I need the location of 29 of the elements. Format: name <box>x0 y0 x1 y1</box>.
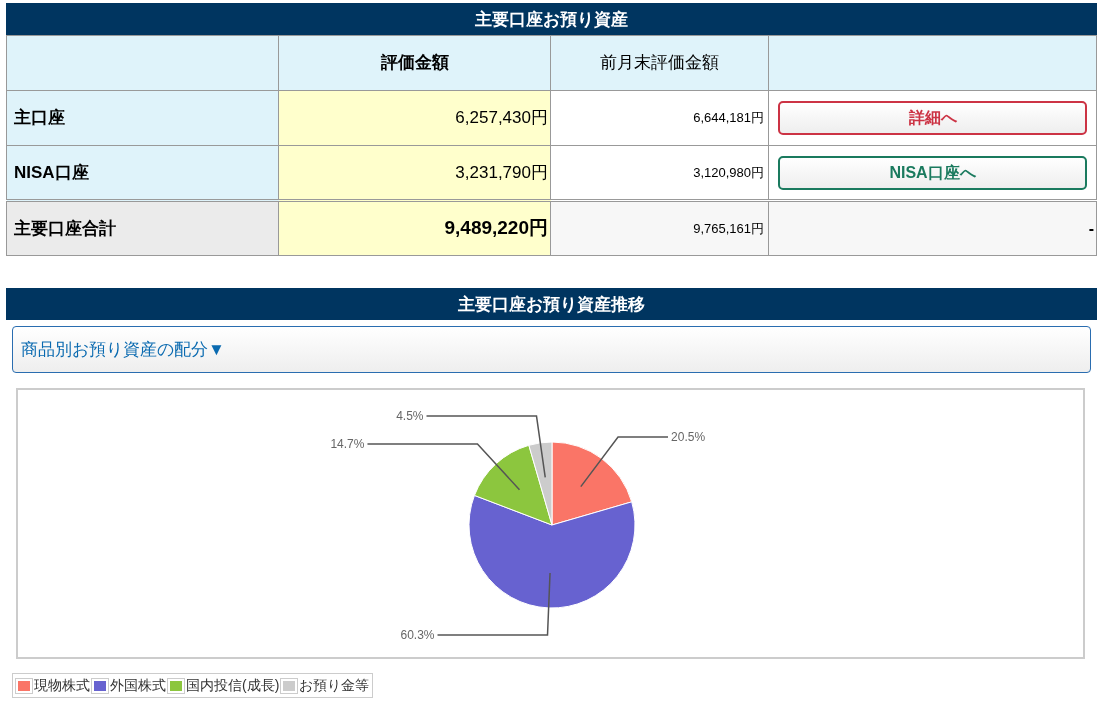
row-label: NISA口座 <box>14 162 89 182</box>
previous-amount: 9,765,161円 <box>693 220 764 236</box>
data-label: 60.3% <box>400 627 435 642</box>
accordion-toggle[interactable]: 商品別お預り資産の配分▼ <box>12 326 1091 373</box>
legend-swatch <box>168 678 184 693</box>
data-label: 4.5% <box>396 409 424 424</box>
amount-value: 6,257,430円 <box>455 108 548 128</box>
row-label: 主要口座合計 <box>14 218 116 238</box>
column-header: 前月末評価金額 <box>600 53 719 73</box>
previous-amount: 3,120,980円 <box>693 164 764 180</box>
previous-amount: 6,644,181円 <box>693 110 764 126</box>
legend-swatch <box>16 678 32 693</box>
legend-label: 国内投信(成長) <box>186 676 280 695</box>
amount-value: 9,489,220円 <box>444 217 548 239</box>
column-header: 評価金額 <box>380 53 449 73</box>
amount-value: 3,231,790円 <box>455 162 548 182</box>
section-header: 主要口座お預り資産 <box>6 3 1097 35</box>
legend-label: 現物株式 <box>34 676 90 695</box>
legend-swatch <box>92 678 108 693</box>
data-label: 20.5% <box>671 430 706 445</box>
nav-button[interactable]: NISA口座へ <box>778 155 1087 190</box>
section-header: 主要口座お預り資産推移 <box>6 288 1097 320</box>
nav-button[interactable]: 詳細へ <box>778 101 1087 135</box>
data-label: 14.7% <box>330 437 365 452</box>
legend-label: 外国株式 <box>110 676 166 695</box>
legend-label: お預り金等 <box>299 676 370 695</box>
empty-value: - <box>1088 219 1094 237</box>
row-label: 主口座 <box>14 108 65 128</box>
legend-swatch <box>281 678 298 693</box>
